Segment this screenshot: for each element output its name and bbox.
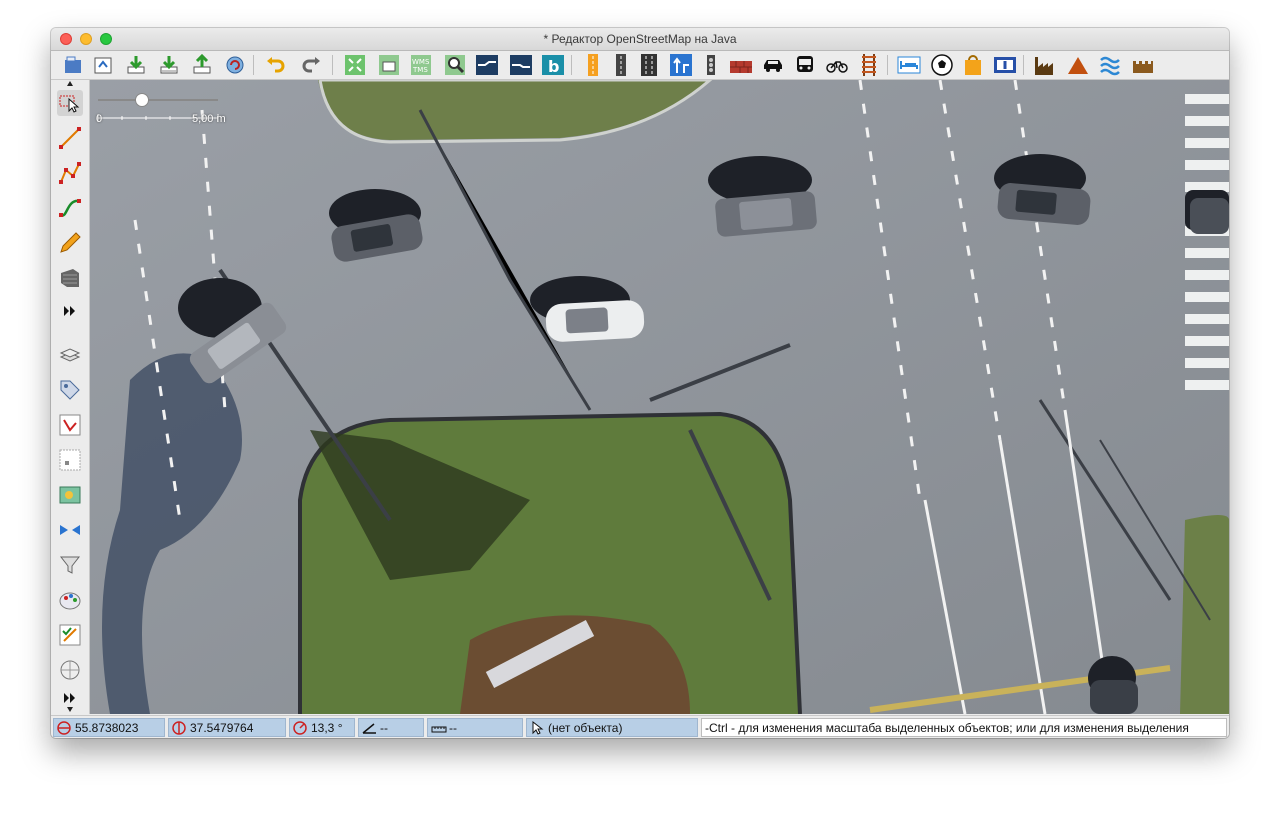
draw-way-icon[interactable] [57, 160, 83, 186]
preset-road-dark-icon[interactable] [609, 53, 633, 77]
imagery-layer-2-icon[interactable] [509, 53, 533, 77]
select-icon[interactable] [57, 90, 83, 116]
more-tools-icon[interactable] [57, 298, 83, 324]
relation-icon[interactable] [57, 412, 83, 438]
preset-bus-icon[interactable] [793, 53, 817, 77]
angle-value: -- [380, 721, 388, 735]
draw-line-icon[interactable] [57, 125, 83, 151]
open-location-icon[interactable] [91, 53, 115, 77]
conflict-icon[interactable] [57, 517, 83, 543]
tags-icon[interactable] [57, 377, 83, 403]
imagery-layer-icon[interactable] [475, 53, 499, 77]
status-bar: 55.8738023 37.5479764 13,3 ° -- -- (нет … [51, 715, 1229, 738]
selection-icon[interactable] [57, 447, 83, 473]
longitude-field: 37.5479764 [168, 718, 286, 737]
angle-icon [362, 723, 376, 734]
preset-castle-icon[interactable] [1131, 53, 1155, 77]
heading-icon [293, 721, 307, 735]
heading-field: 13,3 ° [289, 718, 355, 737]
zoom-to-data-icon[interactable] [343, 53, 367, 77]
imagery-wms-icon[interactable] [377, 53, 401, 77]
download-icon[interactable] [124, 53, 148, 77]
scale-distance-label: 5,00 m [192, 113, 226, 125]
scroll-up-icon[interactable] [57, 79, 83, 87]
redo-icon[interactable] [300, 53, 324, 77]
window-title: * Редактор OpenStreetMap на Java [543, 32, 737, 46]
layers-icon[interactable] [57, 342, 83, 368]
preset-industrial-icon[interactable] [1033, 53, 1057, 77]
bing-icon[interactable]: b [541, 53, 565, 77]
preset-peak-icon[interactable] [1066, 53, 1090, 77]
scroll-down-icon[interactable] [57, 706, 83, 714]
help-message-text: -Ctrl - для изменения масштаба выделенны… [705, 721, 1189, 735]
main-toolbar: WMS TMS b [51, 51, 1229, 80]
distance-field: -- [427, 718, 523, 737]
preset-road-icon[interactable] [581, 53, 605, 77]
improve-way-icon[interactable] [57, 195, 83, 221]
help-message-field: -Ctrl - для изменения масштаба выделенны… [701, 718, 1227, 737]
preset-traffic-signals-icon[interactable] [699, 53, 723, 77]
svg-text:WMS: WMS [412, 58, 430, 66]
scale-zero-label: 0 [96, 113, 103, 125]
preset-hotel-icon[interactable] [897, 53, 921, 77]
update-data-icon[interactable] [223, 53, 247, 77]
preset-oneway-icon[interactable] [669, 53, 693, 77]
map-view[interactable]: 0 5,00 m [90, 80, 1229, 714]
svg-text:TMS: TMS [412, 66, 428, 74]
preset-road-lanes-icon[interactable] [637, 53, 661, 77]
heading-value: 13,3 ° [311, 721, 343, 735]
distance-value: -- [449, 721, 457, 735]
preset-bicycle-icon[interactable] [825, 53, 849, 77]
preset-soccer-icon[interactable] [930, 53, 954, 77]
ruler-icon [431, 726, 447, 733]
latitude-value: 55.8738023 [75, 721, 139, 735]
pencil-icon[interactable] [57, 230, 83, 256]
object-field: (нет объекта) [526, 718, 698, 737]
cursor-icon [532, 721, 544, 735]
preset-wall-icon[interactable] [729, 53, 753, 77]
latitude-field: 55.8738023 [53, 718, 165, 737]
svg-text:b: b [548, 57, 559, 76]
preset-car-icon[interactable] [761, 53, 785, 77]
map-paint-icon[interactable] [57, 587, 83, 613]
aerial-imagery [90, 80, 1229, 714]
angle-field: -- [358, 718, 424, 737]
preset-water-icon[interactable] [1098, 53, 1122, 77]
josm-window: * Редактор OpenStreetMap на Java WMS TMS … [51, 28, 1229, 738]
preset-railway-icon[interactable] [857, 53, 881, 77]
preset-shop-icon[interactable] [961, 53, 985, 77]
download-along-icon[interactable] [157, 53, 181, 77]
longitude-icon [172, 721, 186, 735]
longitude-value: 37.5479764 [190, 721, 254, 735]
left-toolbar [51, 80, 90, 714]
latitude-icon [57, 721, 71, 735]
validator-icon[interactable] [57, 622, 83, 648]
object-value: (нет объекта) [548, 721, 623, 735]
open-file-icon[interactable] [61, 53, 85, 77]
imagery-tms-icon[interactable]: WMS TMS [409, 53, 433, 77]
filter-icon[interactable] [57, 552, 83, 578]
preset-info-icon[interactable] [993, 53, 1017, 77]
search-icon[interactable] [443, 53, 467, 77]
scale-bar: 0 5,00 m [96, 90, 226, 130]
globe-icon[interactable] [57, 657, 83, 683]
building-icon[interactable] [57, 265, 83, 291]
imagery-icon[interactable] [57, 482, 83, 508]
title-bar: * Редактор OpenStreetMap на Java [51, 28, 1229, 51]
upload-icon[interactable] [190, 53, 214, 77]
undo-icon[interactable] [263, 53, 287, 77]
